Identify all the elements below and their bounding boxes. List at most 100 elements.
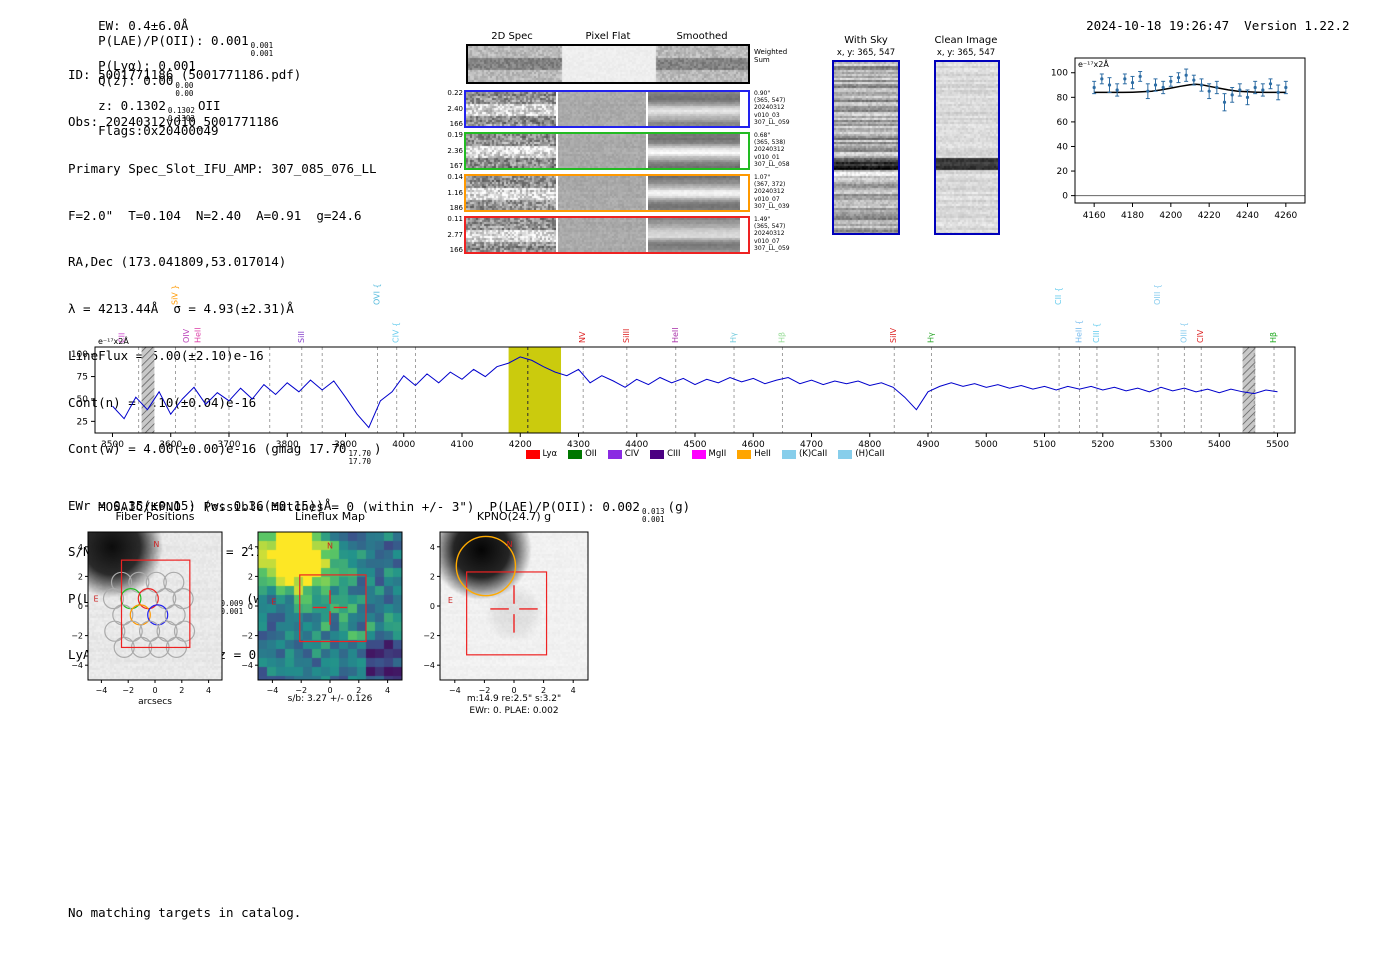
weighted-sum-panel bbox=[466, 44, 750, 84]
fiber-weight-labels: 0.14 1.16 186 bbox=[447, 173, 463, 212]
svg-text:60: 60 bbox=[1057, 118, 1069, 128]
fiber-2d-panel bbox=[464, 90, 750, 128]
legend-swatch bbox=[525, 449, 540, 459]
clean-panel bbox=[934, 60, 1000, 235]
fiber-pixelflat-image bbox=[558, 176, 646, 210]
fiber-weight-labels: 0.22 2.40 166 bbox=[447, 89, 463, 128]
fiber-2d-panel bbox=[464, 174, 750, 212]
north-label: N bbox=[327, 541, 333, 550]
fiber-smoothed-image bbox=[648, 218, 740, 252]
spectral-line-label: CIV { bbox=[392, 322, 401, 343]
legend-item: OII bbox=[568, 449, 597, 459]
svg-text:4: 4 bbox=[78, 543, 83, 552]
svg-text:3900: 3900 bbox=[334, 440, 357, 450]
target-box bbox=[299, 574, 367, 643]
svg-text:25: 25 bbox=[77, 417, 88, 427]
legend-label: (K)CaII bbox=[798, 449, 828, 459]
full-spectrum-plot: 3500 3600 3700 3800 3900 4000 4100 4200 4300 4400… bbox=[71, 283, 1296, 450]
legend-label: Lyα bbox=[542, 449, 558, 459]
spectral-line-label: SiIII bbox=[622, 329, 631, 343]
target-box bbox=[466, 571, 548, 656]
legend-swatch bbox=[838, 449, 853, 459]
catalog-note: No matching targets in catalog. Row inte… bbox=[68, 874, 301, 953]
east-label: E bbox=[94, 595, 99, 604]
east-label: E bbox=[271, 598, 276, 607]
svg-text:−4: −4 bbox=[241, 661, 253, 670]
kpno-caption-2: EWr: 0. PLAE: 0.002 bbox=[469, 706, 559, 716]
spec2d-row: 0.22 2.40 166 0.90" (365, 547) 20240312 v010_0… bbox=[446, 90, 806, 128]
legend-item: HeII bbox=[737, 449, 771, 459]
svg-text:0: 0 bbox=[430, 602, 435, 611]
clean-image bbox=[936, 62, 998, 233]
spectrum-line bbox=[112, 356, 1278, 429]
kpno-overlay: NE−4 −2 0 2 4−4−2024 bbox=[423, 531, 589, 695]
weighted-sum-label: Weighted Sum bbox=[754, 48, 788, 64]
svg-text:5500: 5500 bbox=[1266, 440, 1289, 450]
legend-item: CIV bbox=[607, 449, 640, 459]
legend-item: Lyα bbox=[525, 449, 558, 459]
col-header-smoothed: Smoothed bbox=[676, 31, 728, 42]
legend-swatch bbox=[691, 449, 706, 459]
svg-text:0: 0 bbox=[78, 602, 83, 611]
svg-text:−2: −2 bbox=[423, 632, 435, 641]
svg-text:40: 40 bbox=[1057, 142, 1069, 152]
masked-band bbox=[1242, 347, 1256, 433]
spectral-line-label: CII { bbox=[1054, 287, 1063, 305]
svg-text:80: 80 bbox=[1057, 93, 1069, 103]
fiber-positions-overlay: N E −4 −2 0 2 4 −4 −2 0 2 4 bbox=[71, 531, 223, 695]
legend-swatch bbox=[607, 449, 622, 459]
fiber-weight-labels: 0.11 2.77 166 bbox=[447, 215, 463, 254]
spectral-line-label: SiV } bbox=[170, 285, 179, 305]
svg-text:2: 2 bbox=[78, 572, 83, 581]
spec2d-row: 0.19 2.36 167 0.68" (365, 538) 20240312 v010_0… bbox=[446, 132, 806, 170]
fiber-2dspec-image bbox=[466, 92, 556, 126]
withsky-coords: x, y: 365, 547 bbox=[836, 48, 896, 58]
svg-text:−2: −2 bbox=[241, 632, 253, 641]
detection-highlight-band bbox=[508, 347, 562, 433]
spectral-line-label: OIV bbox=[182, 328, 191, 343]
svg-text:0: 0 bbox=[248, 602, 253, 611]
svg-text:100: 100 bbox=[1051, 69, 1068, 79]
info-seeing: F=2.0" T=0.104 N=2.40 A=0.91 g=24.6 bbox=[68, 207, 362, 223]
lineflux-map-overlay: NE−4 −2 0 2 4−4−2024 bbox=[241, 531, 403, 695]
legend-label: MgII bbox=[708, 449, 727, 459]
svg-text:2: 2 bbox=[430, 572, 435, 581]
svg-text:3500: 3500 bbox=[101, 440, 124, 450]
weighted-sum-image bbox=[468, 46, 748, 82]
legend-swatch bbox=[737, 449, 752, 459]
spectral-line-label: Hβ bbox=[1269, 332, 1278, 343]
svg-text:50: 50 bbox=[77, 395, 89, 405]
svg-text:5100: 5100 bbox=[1033, 440, 1056, 450]
svg-text:4260: 4260 bbox=[1274, 211, 1297, 221]
spectral-line-label: Hγ bbox=[729, 332, 738, 343]
fiber-annotation: 0.90" (365, 547) 20240312 v010_03 307_LL_059 bbox=[754, 90, 790, 126]
catalog-note-line1: No matching targets in catalog. bbox=[68, 905, 302, 920]
svg-text:−4: −4 bbox=[423, 661, 435, 670]
spec2d-row: 0.14 1.16 186 1.07" (367, 372) 20240312 v010_0… bbox=[446, 174, 806, 212]
fiber-xlabel: arcsecs bbox=[138, 697, 172, 707]
svg-text:75: 75 bbox=[77, 373, 88, 383]
fiber-2d-panel bbox=[464, 216, 750, 254]
spectral-line-label: HeII bbox=[671, 327, 680, 343]
legend-swatch bbox=[781, 449, 796, 459]
legend-label: OII bbox=[585, 449, 597, 459]
svg-text:4: 4 bbox=[206, 686, 211, 695]
fiber-weight-labels: 0.19 2.36 167 bbox=[447, 131, 463, 170]
east-label: E bbox=[448, 596, 453, 605]
spectral-line-label: CIII { bbox=[1092, 323, 1101, 343]
fiber-annotation: 1.07" (367, 372) 20240312 v010_07 307_LL_039 bbox=[754, 174, 790, 210]
svg-text:3700: 3700 bbox=[218, 440, 241, 450]
spectral-line-label: SiII bbox=[297, 331, 306, 343]
legend-label: CIV bbox=[624, 449, 640, 459]
spectral-line-label: OIII { bbox=[1179, 322, 1188, 343]
svg-text:4200: 4200 bbox=[1159, 211, 1182, 221]
svg-text:0: 0 bbox=[152, 686, 157, 695]
legend-label: HeII bbox=[754, 449, 771, 459]
elixer-report: EW: 0.4±6.0Å P(LAE)/P(OII): 0.001 0.001 0.… bbox=[0, 0, 1400, 953]
col-header-2dspec: 2D Spec bbox=[491, 31, 533, 42]
spectral-line-label: OVI { bbox=[373, 283, 382, 305]
fiber-2d-panel bbox=[464, 132, 750, 170]
spectral-line-label: OIII { bbox=[1153, 284, 1162, 305]
withsky-image bbox=[834, 62, 898, 233]
spectrum-legend: Lyα OII CIV CIII MgII HeII (K)CaII (H)CaII bbox=[470, 449, 940, 459]
